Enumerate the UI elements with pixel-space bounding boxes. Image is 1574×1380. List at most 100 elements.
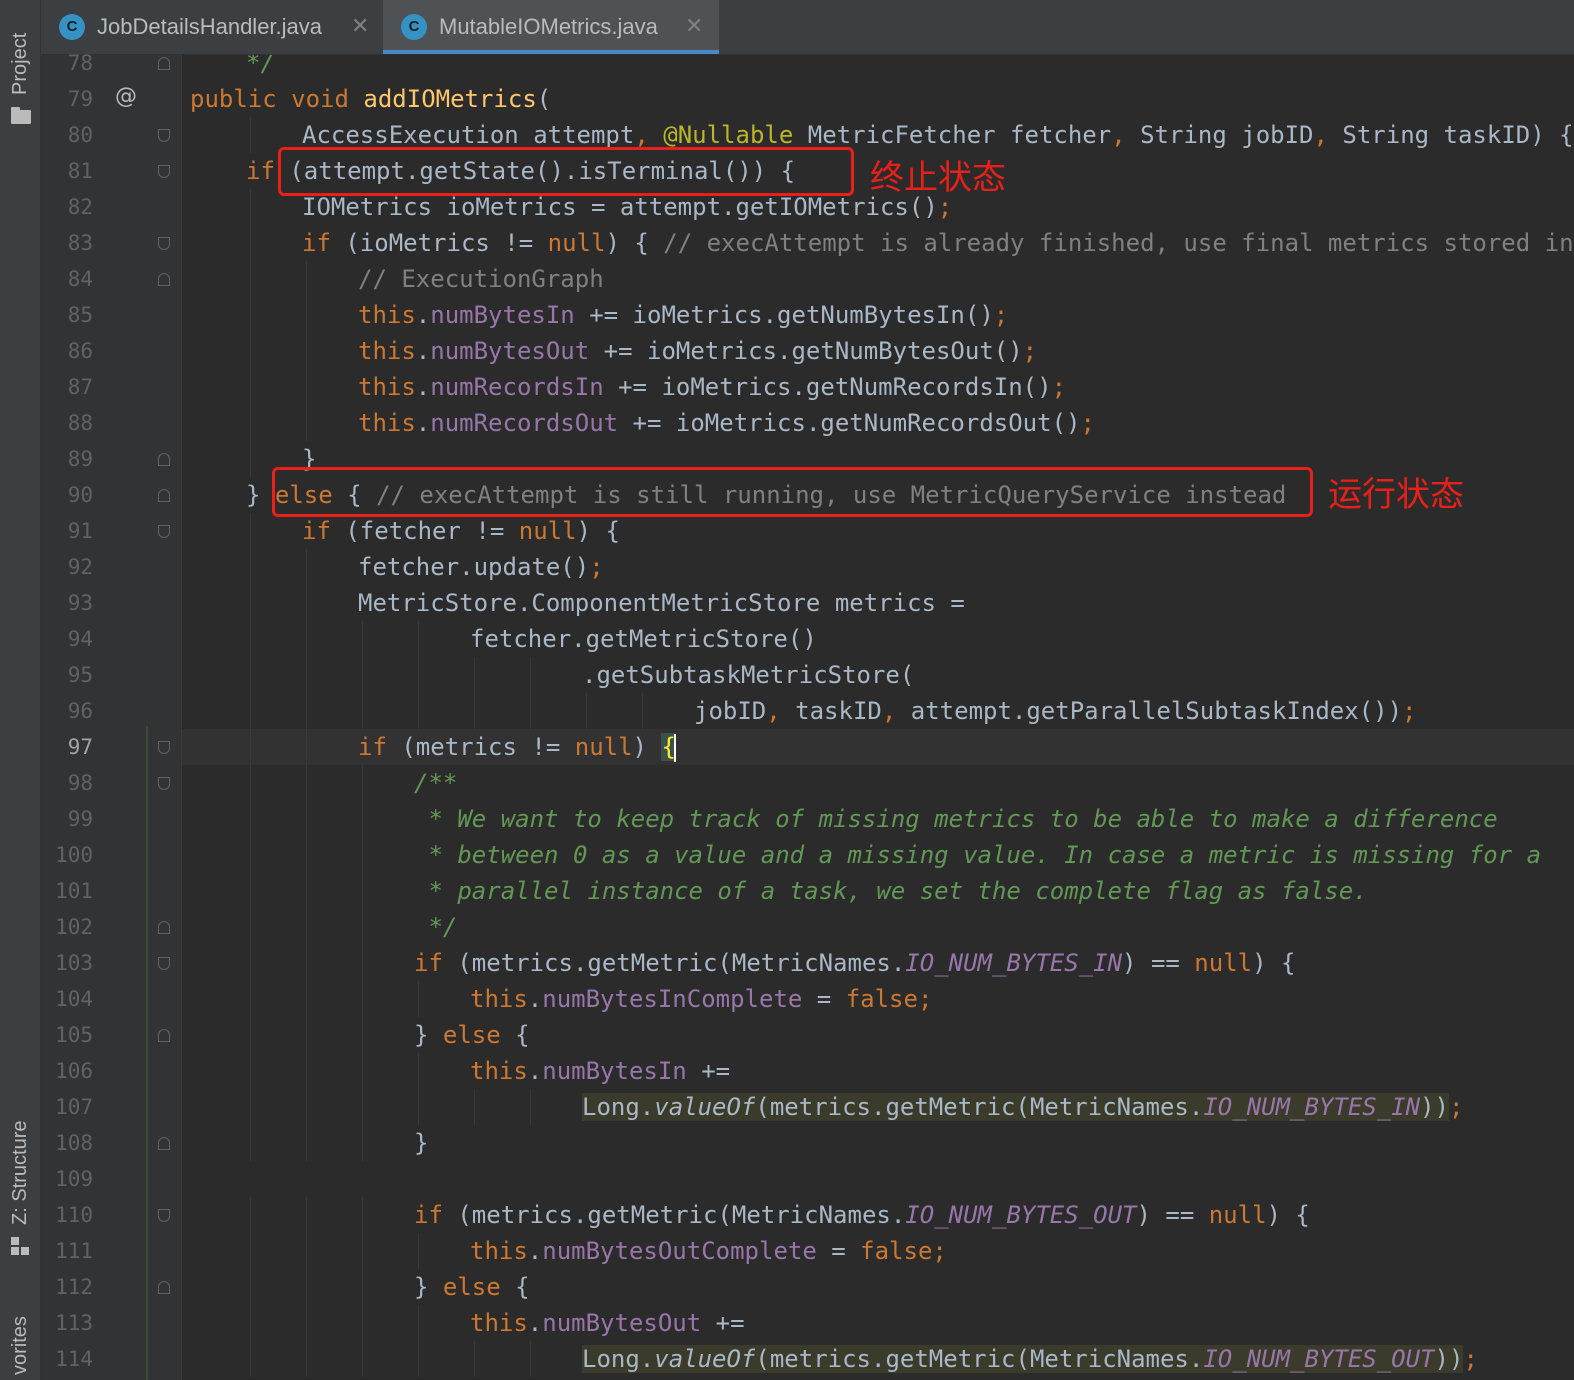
line-number[interactable]: 91 bbox=[41, 513, 93, 549]
fold-toggle-icon[interactable] bbox=[158, 1137, 170, 1150]
code-line[interactable]: this.numBytesIn += bbox=[470, 1053, 730, 1089]
running-state-label: 运行状态 bbox=[1328, 475, 1464, 515]
code-line[interactable]: this.numBytesIn += ioMetrics.getNumBytes… bbox=[358, 297, 1008, 333]
line-number[interactable]: 106 bbox=[41, 1053, 93, 1089]
close-icon[interactable]: ✕ bbox=[351, 13, 369, 39]
code-line[interactable]: // ExecutionGraph bbox=[358, 261, 604, 297]
line-number[interactable]: 85 bbox=[41, 297, 93, 333]
code-token: ; bbox=[1080, 409, 1095, 437]
code-line[interactable]: this.numBytesOut += bbox=[470, 1305, 745, 1341]
code-line[interactable]: jobID, taskID, attempt.getParallelSubtas… bbox=[694, 693, 1417, 729]
favorites-tool-tab[interactable]: vorites bbox=[0, 1295, 40, 1380]
line-number[interactable]: 102 bbox=[41, 909, 93, 945]
fold-toggle-icon[interactable] bbox=[158, 165, 170, 178]
code-line[interactable]: MetricStore.ComponentMetricStore metrics… bbox=[358, 585, 965, 621]
code-token: numBytesInComplete bbox=[542, 985, 817, 1013]
code-line[interactable]: } bbox=[414, 1125, 428, 1161]
project-tool-tab[interactable]: Project bbox=[0, 0, 40, 130]
line-number[interactable]: 92 bbox=[41, 549, 93, 585]
code-line[interactable]: * between 0 as a value and a missing val… bbox=[414, 837, 1541, 873]
line-number[interactable]: 89 bbox=[41, 441, 93, 477]
close-icon[interactable]: ✕ bbox=[685, 13, 703, 39]
code-line[interactable]: } else { bbox=[414, 1269, 530, 1305]
line-number[interactable]: 108 bbox=[41, 1125, 93, 1161]
line-number[interactable]: 97 bbox=[41, 729, 93, 765]
code-line[interactable]: if (ioMetrics != null) { // execAttempt … bbox=[302, 225, 1574, 261]
fold-toggle-icon[interactable] bbox=[158, 57, 170, 70]
code-line[interactable]: this.numRecordsOut += ioMetrics.getNumRe… bbox=[358, 405, 1095, 441]
code-line[interactable]: } else { bbox=[414, 1017, 530, 1053]
line-number[interactable]: 103 bbox=[41, 945, 93, 981]
line-number[interactable]: 107 bbox=[41, 1089, 93, 1125]
line-number[interactable]: 113 bbox=[41, 1305, 93, 1341]
line-number[interactable]: 104 bbox=[41, 981, 93, 1017]
code-line[interactable]: if (metrics.getMetric(MetricNames.IO_NUM… bbox=[414, 945, 1295, 981]
fold-toggle-icon[interactable] bbox=[158, 921, 170, 934]
line-number[interactable]: 81 bbox=[41, 153, 93, 189]
line-number[interactable]: 84 bbox=[41, 261, 93, 297]
line-number[interactable]: 96 bbox=[41, 693, 93, 729]
code-token: , bbox=[1313, 121, 1343, 149]
code-token: = bbox=[831, 1237, 861, 1265]
tab-mutableiometrics[interactable]: C MutableIOMetrics.java ✕ bbox=[383, 0, 719, 54]
code-line[interactable]: this.numBytesInComplete = false; bbox=[470, 981, 932, 1017]
line-number[interactable]: 111 bbox=[41, 1233, 93, 1269]
code-line[interactable]: .getSubtaskMetricStore( bbox=[582, 657, 914, 693]
line-number[interactable]: 105 bbox=[41, 1017, 93, 1053]
fold-toggle-icon[interactable] bbox=[158, 525, 170, 538]
code-line[interactable]: */ bbox=[246, 55, 275, 81]
fold-toggle-icon[interactable] bbox=[158, 453, 170, 466]
line-number[interactable]: 78 bbox=[41, 45, 93, 81]
code-line[interactable]: * parallel instance of a task, we set th… bbox=[414, 873, 1367, 909]
structure-tool-tab[interactable]: Z: Structure bbox=[0, 1095, 40, 1260]
line-number[interactable]: 110 bbox=[41, 1197, 93, 1233]
code-line[interactable]: this.numBytesOut += ioMetrics.getNumByte… bbox=[358, 333, 1037, 369]
line-number[interactable]: 114 bbox=[41, 1341, 93, 1377]
line-number[interactable]: 94 bbox=[41, 621, 93, 657]
code-line[interactable]: Long.valueOf(metrics.getMetric(MetricNam… bbox=[582, 1089, 1463, 1125]
fold-toggle-icon[interactable] bbox=[158, 741, 170, 754]
override-marker-icon[interactable]: @ bbox=[115, 84, 137, 109]
line-number[interactable]: 95 bbox=[41, 657, 93, 693]
code-line[interactable]: if (metrics.getMetric(MetricNames.IO_NUM… bbox=[414, 1197, 1310, 1233]
line-number[interactable]: 98 bbox=[41, 765, 93, 801]
code-line[interactable]: * We want to keep track of missing metri… bbox=[414, 801, 1497, 837]
vcs-change-marker[interactable] bbox=[146, 726, 148, 1380]
code-line[interactable]: this.numRecordsIn += ioMetrics.getNumRec… bbox=[358, 369, 1066, 405]
fold-toggle-icon[interactable] bbox=[158, 489, 170, 502]
line-number[interactable]: 100 bbox=[41, 837, 93, 873]
code-line[interactable]: if (fetcher != null) { bbox=[302, 513, 620, 549]
line-number[interactable]: 93 bbox=[41, 585, 93, 621]
line-number[interactable]: 79 bbox=[41, 81, 93, 117]
indent-guide bbox=[306, 333, 307, 369]
fold-toggle-icon[interactable] bbox=[158, 273, 170, 286]
fold-toggle-icon[interactable] bbox=[158, 129, 170, 142]
code-token: null bbox=[547, 229, 606, 257]
fold-toggle-icon[interactable] bbox=[158, 957, 170, 970]
line-number[interactable]: 90 bbox=[41, 477, 93, 513]
code-line[interactable]: */ bbox=[414, 909, 457, 945]
code-line[interactable]: Long.valueOf(metrics.getMetric(MetricNam… bbox=[582, 1341, 1478, 1377]
code-line[interactable]: fetcher.update(); bbox=[358, 549, 604, 585]
fold-toggle-icon[interactable] bbox=[158, 1029, 170, 1042]
code-line[interactable]: fetcher.getMetricStore() bbox=[470, 621, 817, 657]
code-line[interactable]: public void addIOMetrics( bbox=[190, 81, 551, 117]
line-number[interactable]: 87 bbox=[41, 369, 93, 405]
line-number[interactable]: 88 bbox=[41, 405, 93, 441]
line-number[interactable]: 82 bbox=[41, 189, 93, 225]
line-number[interactable]: 101 bbox=[41, 873, 93, 909]
line-number[interactable]: 86 bbox=[41, 333, 93, 369]
line-number[interactable]: 109 bbox=[41, 1161, 93, 1197]
fold-toggle-icon[interactable] bbox=[158, 777, 170, 790]
code-line[interactable]: this.numBytesOutComplete = false; bbox=[470, 1233, 947, 1269]
fold-toggle-icon[interactable] bbox=[158, 1209, 170, 1222]
fold-toggle-icon[interactable] bbox=[158, 237, 170, 250]
code-editor[interactable]: */ public void addIOMetrics(AccessExecuti… bbox=[182, 55, 1574, 1380]
fold-toggle-icon[interactable] bbox=[158, 1281, 170, 1294]
code-line[interactable]: if (metrics != null) { bbox=[358, 729, 676, 765]
line-number[interactable]: 80 bbox=[41, 117, 93, 153]
line-number[interactable]: 99 bbox=[41, 801, 93, 837]
code-line[interactable]: /** bbox=[414, 765, 457, 801]
line-number[interactable]: 83 bbox=[41, 225, 93, 261]
line-number[interactable]: 112 bbox=[41, 1269, 93, 1305]
